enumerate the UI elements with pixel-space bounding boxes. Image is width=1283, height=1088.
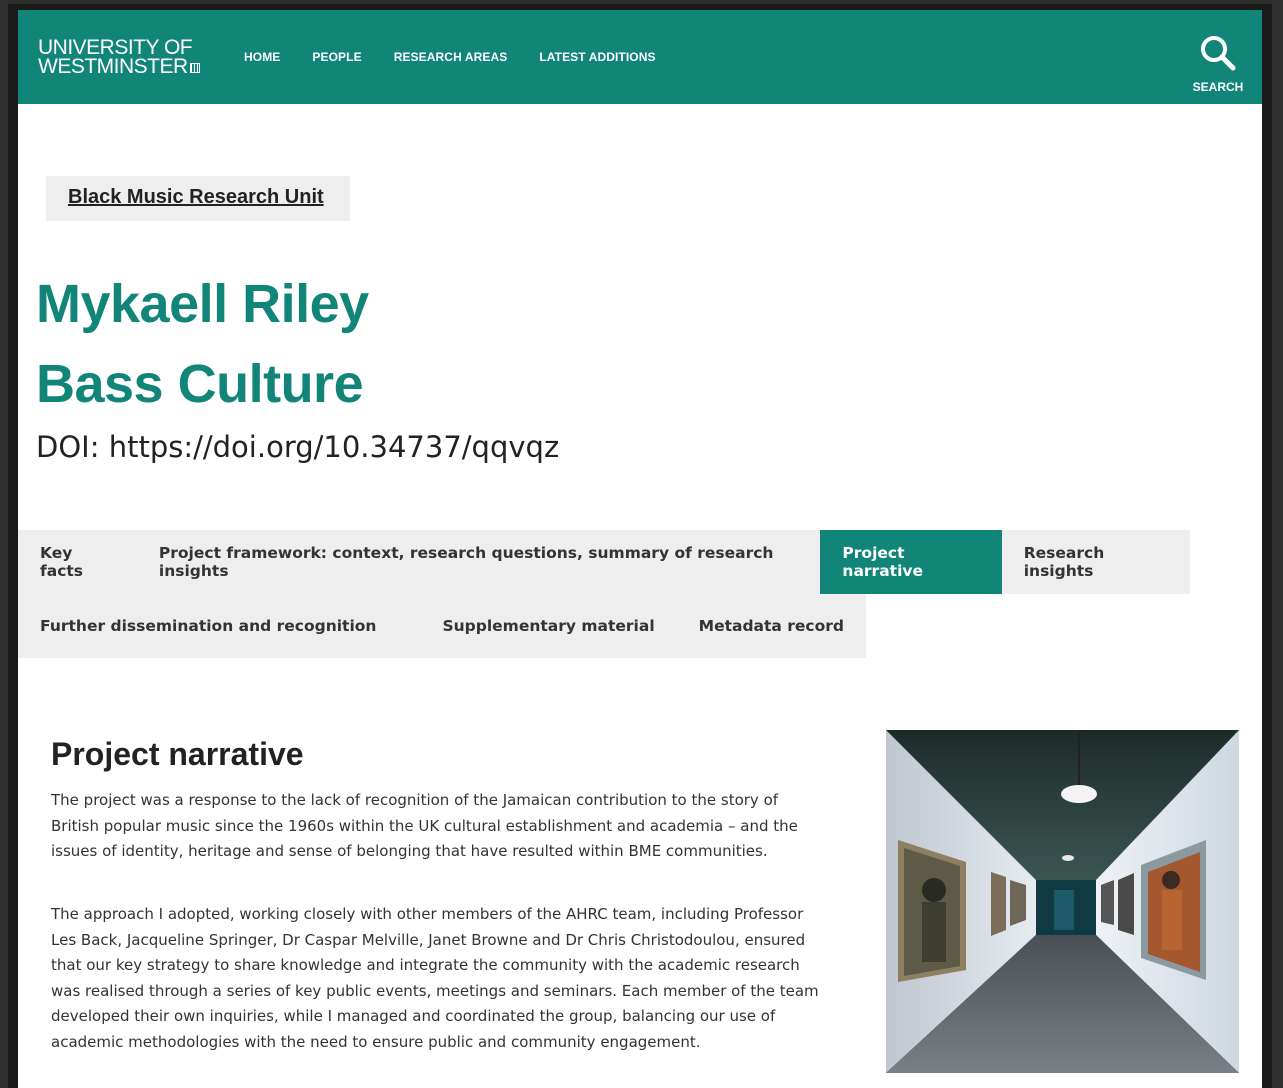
main-nav: HOME PEOPLE RESEARCH AREAS LATEST ADDITI… [244,50,688,64]
logo-mark-icon [189,63,200,73]
doi-text: DOI: https://doi.org/10.34737/qqvqz [36,430,560,464]
photo-exhibition-corridor [886,730,1239,1073]
title-project: Bass Culture [36,354,364,414]
tab-key-facts[interactable]: Key facts [18,530,137,594]
exhibition-photo [886,730,1239,1073]
narrative-paragraph-1: The project was a response to the lack o… [51,791,798,860]
tab-project-framework[interactable]: Project framework: context, research que… [136,530,821,594]
breadcrumb: Black Music Research Unit [46,176,350,221]
nav-research-areas[interactable]: RESEARCH AREAS [394,50,508,64]
search-label: SEARCH [1192,80,1244,94]
page: UNIVERSITY OF WESTMINSTER HOME PEOPLE RE… [8,4,1272,1088]
tab-bar: Key facts Project framework: context, re… [18,530,1190,658]
nav-home[interactable]: HOME [244,50,280,64]
search-icon [1201,36,1236,71]
nav-people[interactable]: PEOPLE [312,50,361,64]
tab-supplementary-material[interactable]: Supplementary material [420,594,677,658]
tab-further-dissemination[interactable]: Further dissemination and recognition [18,594,421,658]
site-header: UNIVERSITY OF WESTMINSTER HOME PEOPLE RE… [18,10,1262,104]
tab-project-narrative[interactable]: Project narrative [820,530,1002,594]
narrative-paragraph-2: The approach I adopted, working closely … [51,905,819,1051]
university-logo[interactable]: UNIVERSITY OF WESTMINSTER [38,37,200,78]
search-button[interactable]: SEARCH [1188,34,1248,94]
tab-metadata-record[interactable]: Metadata record [676,594,866,658]
logo-line2: WESTMINSTER [38,55,188,78]
title-author: Mykaell Riley [36,274,369,334]
tab-row-1: Key facts Project framework: context, re… [18,530,1190,594]
nav-latest-additions[interactable]: LATEST ADDITIONS [539,50,655,64]
breadcrumb-link[interactable]: Black Music Research Unit [68,186,324,208]
section-heading: Project narrative [51,736,304,772]
tab-research-insights[interactable]: Research insights [1001,530,1190,594]
tab-row-2: Further dissemination and recognition Su… [18,594,1190,658]
page-title: Mykaell Riley Bass Culture [36,264,369,424]
